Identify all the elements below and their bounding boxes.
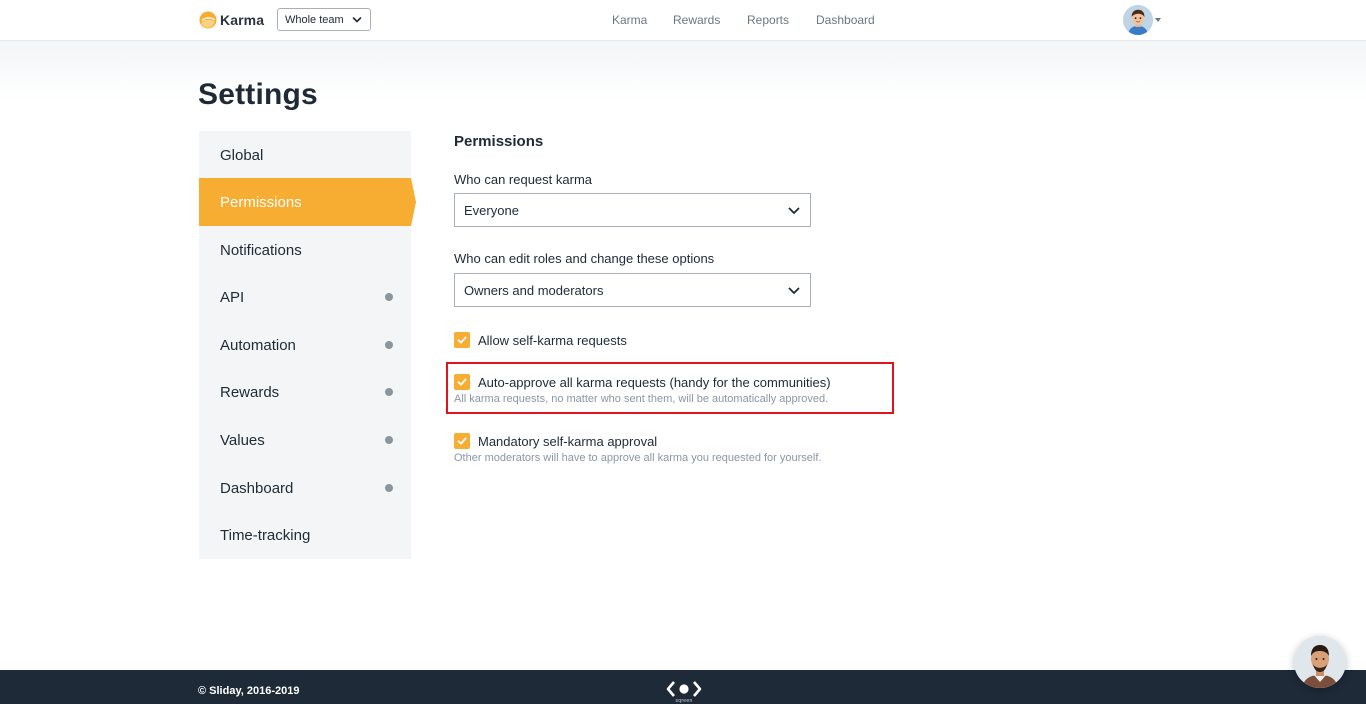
auto-approve-label: Auto-approve all karma requests (handy f… — [478, 374, 831, 390]
page-title: Settings — [198, 78, 318, 111]
mandatory-approval-help: Other moderators will have to approve al… — [454, 452, 822, 464]
sidebar-item-permissions[interactable]: Permissions — [199, 178, 416, 226]
sqreen-caption: sqreen — [675, 698, 693, 704]
status-dot — [385, 293, 393, 301]
top-navbar: Karma Whole team Karma Rewards Reports D… — [0, 0, 1366, 41]
section-title: Permissions — [454, 133, 544, 150]
status-dot — [385, 436, 393, 444]
support-agent-avatar-icon — [1294, 636, 1346, 688]
sidebar-item-label: Global — [220, 146, 264, 164]
sidebar-item-label: Automation — [220, 336, 296, 354]
request-karma-select[interactable]: Everyone — [454, 193, 811, 227]
support-chat-button[interactable] — [1294, 636, 1346, 688]
self-karma-label: Allow self-karma requests — [478, 332, 627, 348]
auto-approve-option: Auto-approve all karma requests (handy f… — [454, 373, 831, 391]
status-dot — [385, 484, 393, 492]
checkmark-icon — [457, 336, 467, 344]
sidebar-item-rewards[interactable]: Rewards — [199, 368, 411, 416]
status-dot — [385, 341, 393, 349]
request-karma-value: Everyone — [464, 202, 519, 218]
auto-approve-help: All karma requests, no matter who sent t… — [454, 393, 829, 405]
sidebar-item-label: API — [220, 288, 245, 306]
request-karma-label: Who can request karma — [454, 172, 593, 187]
edit-roles-label: Who can edit roles and change these opti… — [454, 251, 715, 266]
sidebar-item-dashboard[interactable]: Dashboard — [199, 464, 411, 512]
mandatory-approval-option: Mandatory self-karma approval — [454, 432, 657, 450]
edit-roles-value: Owners and moderators — [464, 282, 604, 298]
status-dot — [385, 388, 393, 396]
footer-copyright: © Sliday, 2016-2019 — [198, 685, 300, 697]
checkmark-icon — [457, 437, 467, 445]
sqreen-badge[interactable]: sqreen — [666, 680, 702, 704]
sidebar-item-label: Rewards — [220, 383, 280, 401]
sidebar-item-values[interactable]: Values — [199, 416, 411, 464]
sidebar-item-label: Notifications — [220, 241, 302, 259]
sidebar-item-label: Permissions — [220, 193, 302, 211]
user-menu[interactable] — [1123, 5, 1163, 35]
self-karma-option: Allow self-karma requests — [454, 331, 627, 349]
sidebar-item-global[interactable]: Global — [199, 131, 411, 179]
caret-down-icon — [1155, 18, 1161, 22]
sqreen-logo-icon — [666, 681, 702, 697]
mandatory-approval-checkbox[interactable] — [454, 433, 470, 449]
sidebar-item-label: Time-tracking — [220, 526, 311, 544]
chevron-down-icon — [788, 207, 800, 214]
sidebar-item-notifications[interactable]: Notifications — [199, 226, 411, 274]
mandatory-approval-label: Mandatory self-karma approval — [478, 433, 658, 449]
nav-dashboard[interactable]: Dashboard — [816, 13, 875, 27]
footer: © Sliday, 2016-2019 sqreen — [0, 670, 1366, 704]
settings-sidebar: Global Permissions Notifications API Aut… — [199, 131, 416, 559]
sidebar-item-label: Dashboard — [220, 479, 294, 497]
sidebar-item-api[interactable]: API — [199, 273, 411, 321]
nav-reports[interactable]: Reports — [747, 13, 789, 27]
sidebar-item-automation[interactable]: Automation — [199, 321, 411, 369]
sidebar-item-time-tracking[interactable]: Time-tracking — [199, 511, 411, 559]
nav-karma[interactable]: Karma — [612, 13, 647, 27]
user-avatar-icon — [1123, 5, 1153, 35]
edit-roles-select[interactable]: Owners and moderators — [454, 273, 811, 307]
checkmark-icon — [457, 378, 467, 386]
chevron-down-icon — [788, 287, 800, 294]
avatar — [1123, 5, 1153, 35]
auto-approve-checkbox[interactable] — [454, 374, 470, 390]
self-karma-checkbox[interactable] — [454, 332, 470, 348]
nav-rewards[interactable]: Rewards — [673, 13, 720, 27]
sidebar-item-label: Values — [220, 431, 265, 449]
